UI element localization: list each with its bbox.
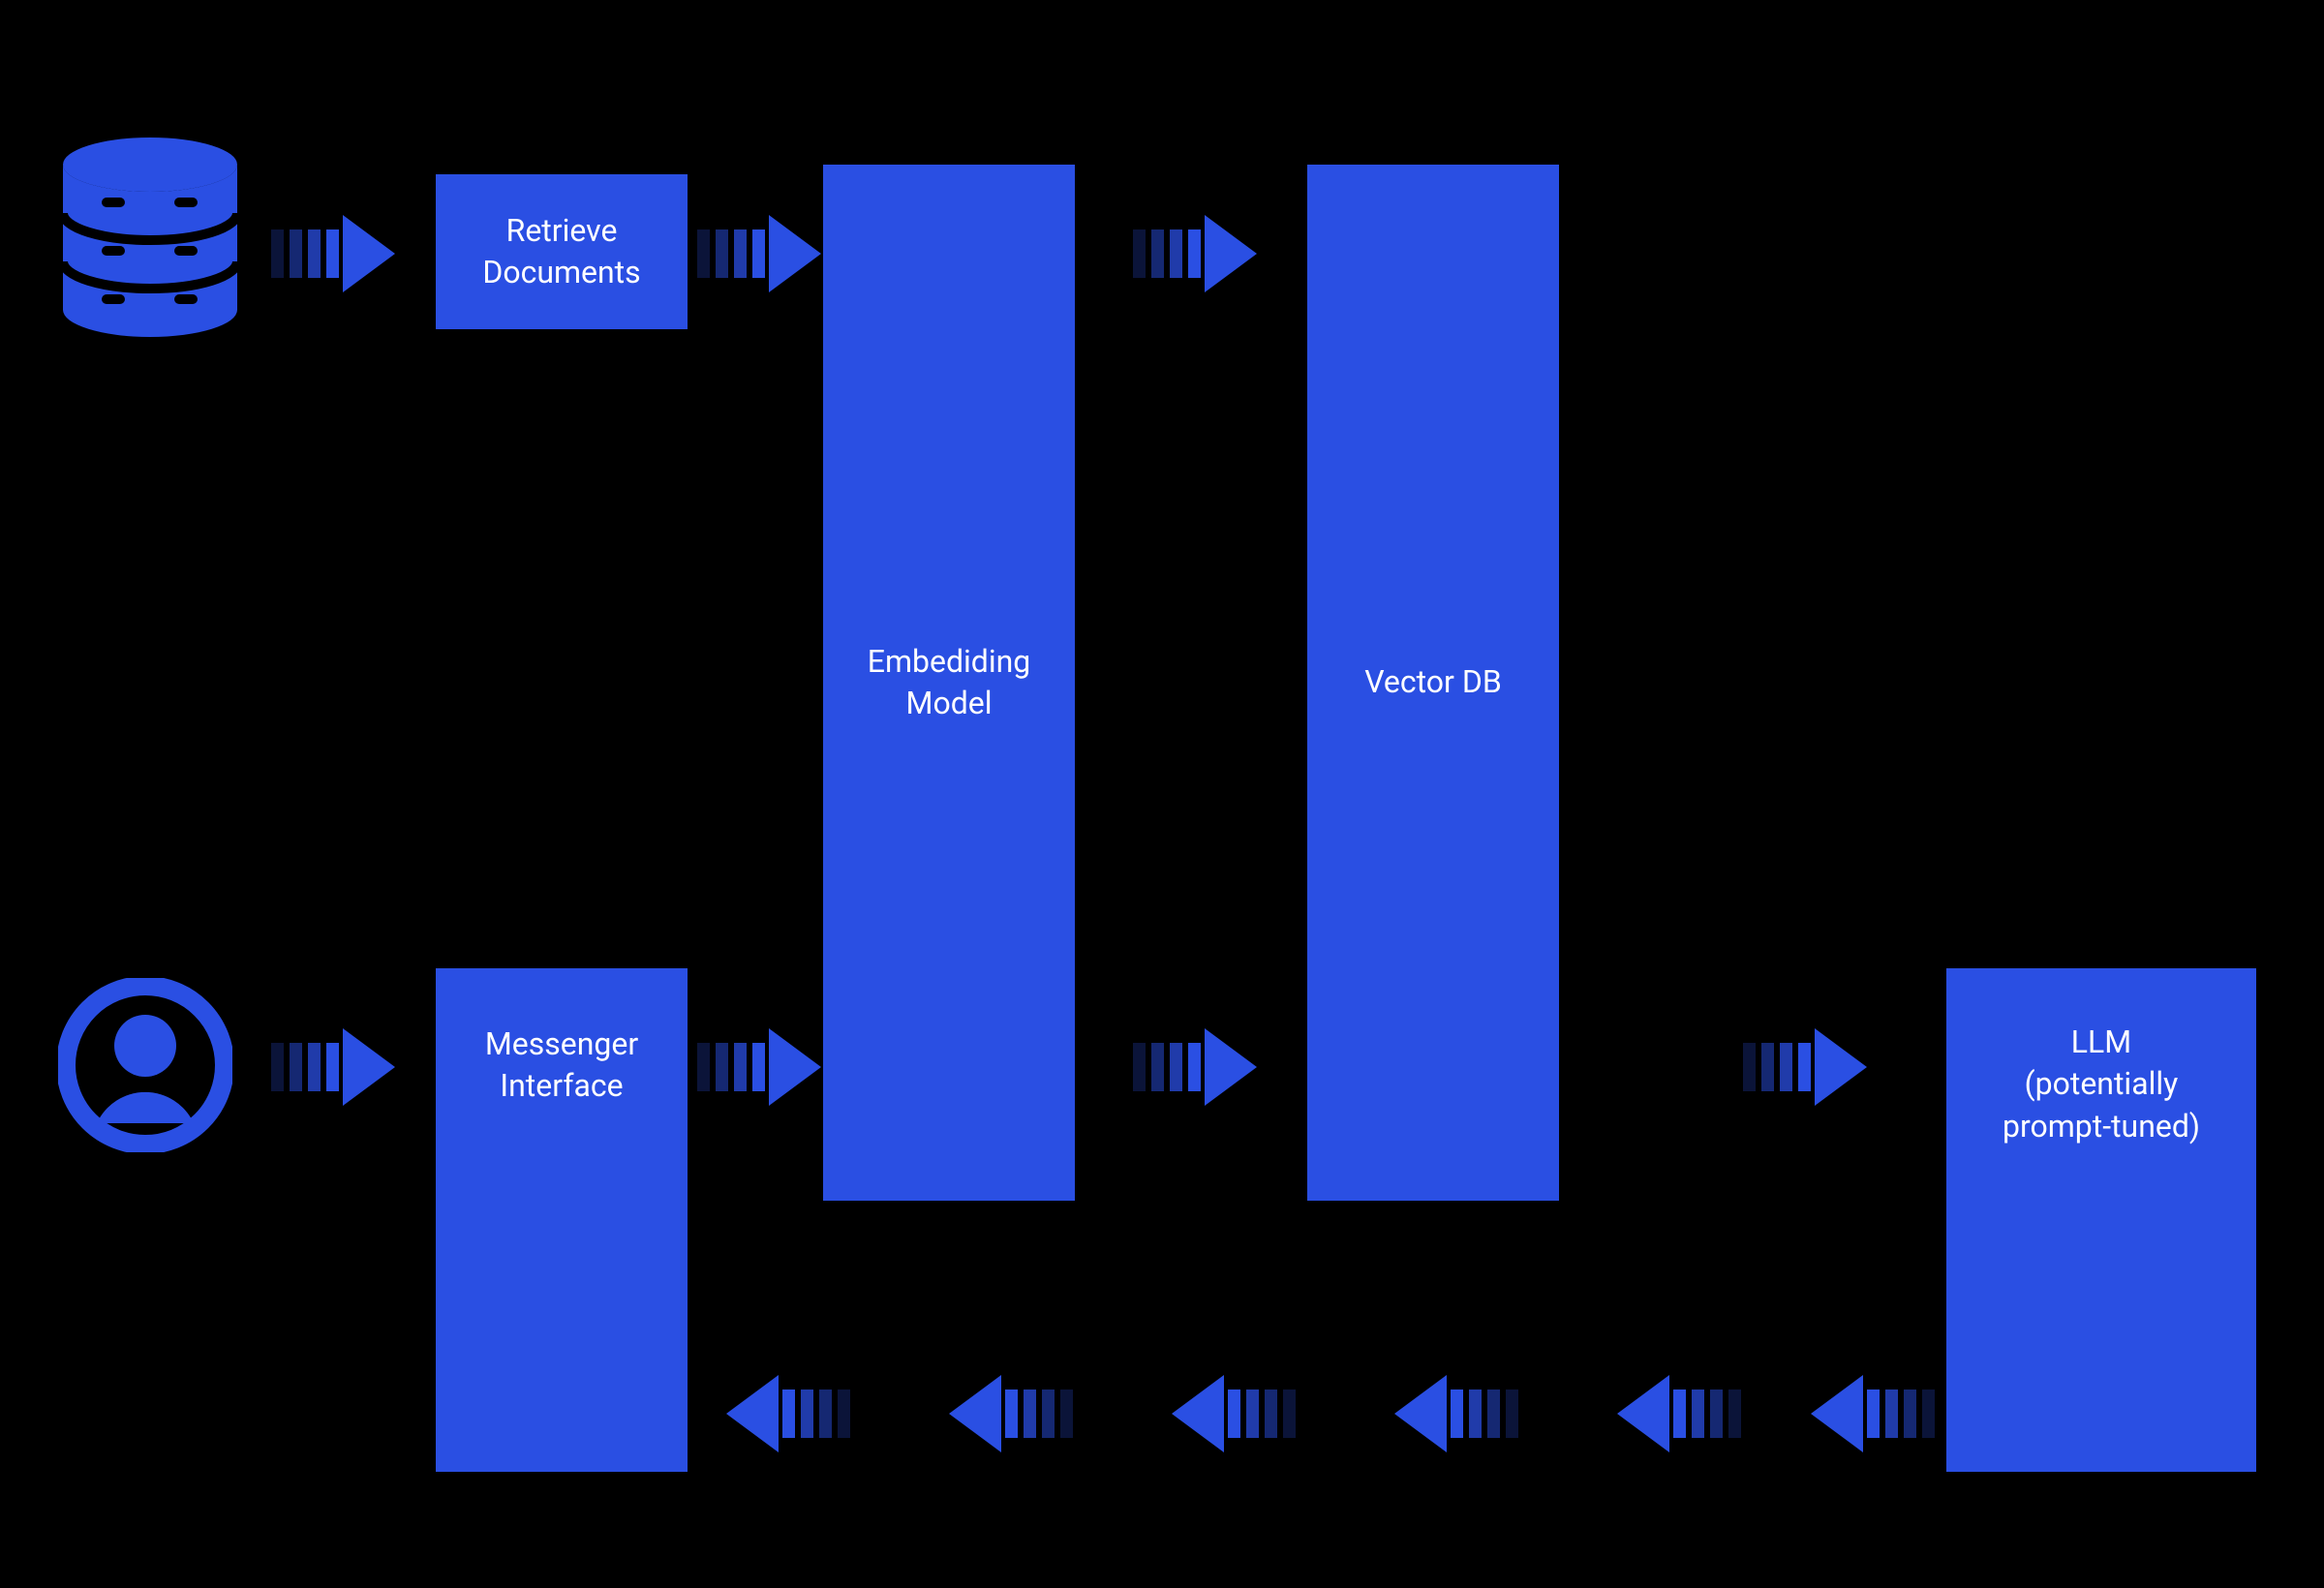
- arrow-right-icon: [697, 1028, 821, 1106]
- arrow-right-icon: [1133, 1028, 1257, 1106]
- arrow-right-icon: [697, 215, 821, 292]
- node-retrieve-documents: Retrieve Documents: [436, 174, 688, 329]
- arrow-left-icon: [726, 1375, 850, 1452]
- arrow-left-icon: [949, 1375, 1073, 1452]
- arrow-left-icon: [1394, 1375, 1518, 1452]
- label: Documents: [482, 252, 640, 293]
- arrow-right-icon: [271, 215, 395, 292]
- node-messenger-interface: Messenger Interface: [436, 968, 688, 1472]
- arrow-right-icon: [1133, 215, 1257, 292]
- label: Interface: [485, 1065, 638, 1107]
- arrow-right-icon: [1743, 1028, 1867, 1106]
- database-icon: [58, 136, 242, 349]
- label: Model: [906, 683, 993, 724]
- arrow-left-icon: [1617, 1375, 1741, 1452]
- arrow-left-icon: [1172, 1375, 1296, 1452]
- diagram-canvas: Retrieve Documents Embediding Model Vect…: [0, 0, 2324, 1588]
- label: LLM: [2003, 1022, 2200, 1063]
- label: Retrieve: [506, 210, 618, 252]
- arrow-right-icon: [271, 1028, 395, 1106]
- node-llm: LLM (potentially prompt-tuned): [1946, 968, 2256, 1472]
- user-icon: [58, 978, 232, 1152]
- node-vector-db: Vector DB: [1307, 165, 1559, 1201]
- label: Embediding: [868, 641, 1030, 683]
- arrow-left-icon: [1811, 1375, 1935, 1452]
- node-embedding-model: Embediding Model: [823, 165, 1075, 1201]
- label: (potentially: [2003, 1063, 2200, 1105]
- label: Messenger: [485, 1023, 638, 1065]
- label: Vector DB: [1364, 661, 1502, 703]
- label: prompt-tuned): [2003, 1106, 2200, 1147]
